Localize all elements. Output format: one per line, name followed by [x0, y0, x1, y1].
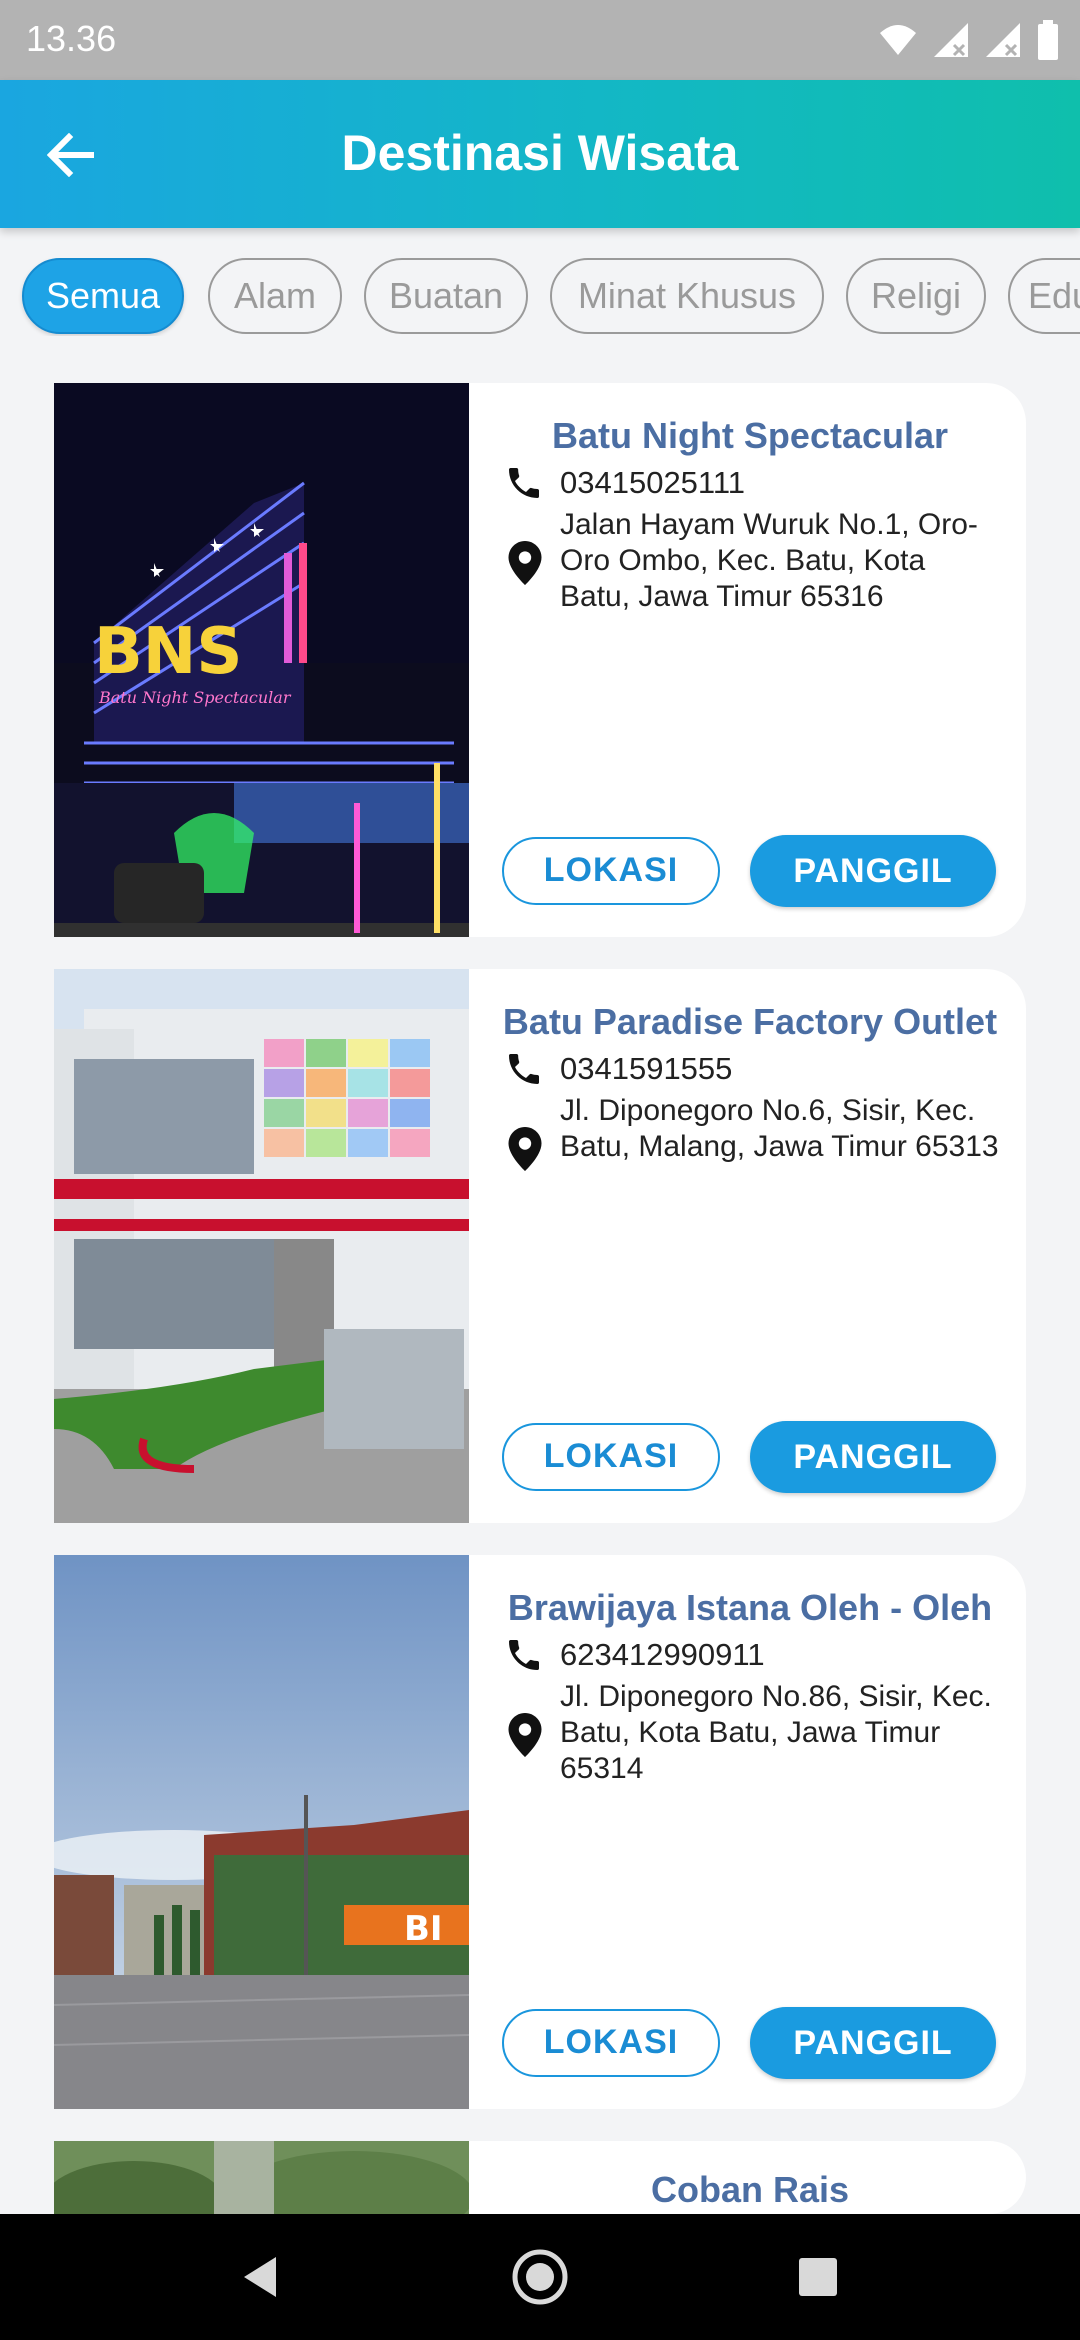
chip-semua[interactable]: Semua [22, 258, 184, 334]
destination-phone: 03415025111 [560, 465, 746, 500]
svg-text:BI: BI [404, 1909, 443, 1949]
category-filter-bar[interactable]: Semua Alam Buatan Minat Khusus Religi Ed… [0, 258, 1080, 336]
app-bar: Destinasi Wisata [0, 80, 1080, 228]
chip-religi[interactable]: Religi [846, 258, 986, 334]
call-button[interactable]: PANGGIL [750, 835, 996, 907]
destination-photo [54, 2141, 469, 2214]
destination-photo: BNS Batu Night Spectacular [54, 383, 469, 937]
destination-phone: 0341591555 [560, 1051, 733, 1086]
status-bar: 13.36 [0, 0, 1080, 80]
wifi-icon [880, 25, 916, 55]
chip-alam[interactable]: Alam [208, 258, 342, 334]
chip-edu[interactable]: Edu [1008, 258, 1080, 334]
status-icons [878, 18, 1060, 62]
signal-icon [986, 23, 1020, 57]
call-button[interactable]: PANGGIL [750, 2007, 996, 2079]
destination-name: Batu Paradise Factory Outlet [502, 1001, 998, 1042]
destination-card[interactable]: BI Brawijaya Istana Oleh - Oleh 62341299… [54, 1555, 1026, 2109]
location-pin-icon [508, 1713, 542, 1757]
location-button[interactable]: LOKASI [502, 837, 720, 905]
home-circle-icon [512, 2249, 568, 2305]
svg-text:BNS: BNS [94, 615, 242, 689]
nav-recents-button[interactable] [758, 2214, 878, 2340]
back-triangle-icon [244, 2257, 276, 2297]
destination-address: Jalan Hayam Wuruk No.1, Oro-Oro Ombo, Ke… [560, 508, 978, 613]
page-title: Destinasi Wisata [341, 125, 739, 181]
destination-address: Jl. Diponegoro No.6, Sisir, Kec. Batu, M… [560, 1094, 999, 1163]
location-button[interactable]: LOKASI [502, 2009, 720, 2077]
phone-icon [509, 1054, 539, 1084]
battery-icon [1038, 20, 1058, 60]
location-pin-icon [508, 541, 542, 585]
location-button[interactable]: LOKASI [502, 1423, 720, 1491]
status-time: 13.36 [26, 18, 117, 59]
nav-home-button[interactable] [480, 2214, 600, 2340]
recents-square-icon [799, 2258, 837, 2296]
destination-photo: BI [54, 1555, 469, 2109]
svg-text:Batu Night Spectacular: Batu Night Spectacular [98, 688, 292, 707]
call-button[interactable]: PANGGIL [750, 1421, 996, 1493]
destination-card[interactable]: Batu Paradise Factory Outlet 0341591555 … [54, 969, 1026, 1523]
destination-card[interactable]: Coban Rais [54, 2141, 1026, 2214]
phone-icon [509, 1640, 539, 1670]
destination-phone: 623412990911 [560, 1637, 765, 1672]
system-navigation-bar [0, 2214, 1080, 2340]
destination-name: Batu Night Spectacular [551, 415, 949, 456]
destination-card[interactable]: BNS Batu Night Spectacular Batu Night Sp… [54, 383, 1026, 937]
nav-back-button[interactable] [200, 2214, 320, 2340]
chip-buatan[interactable]: Buatan [364, 258, 528, 334]
destination-name: Coban Rais [650, 2169, 850, 2210]
phone-icon [509, 468, 539, 498]
signal-icon [934, 23, 968, 57]
destination-address: Jl. Diponegoro No.86, Sisir, Kec. Batu, … [560, 1680, 992, 1785]
chip-minat-khusus[interactable]: Minat Khusus [550, 258, 824, 334]
destination-photo [54, 969, 469, 1523]
destination-name: Brawijaya Istana Oleh - Oleh [507, 1587, 993, 1628]
location-pin-icon [508, 1127, 542, 1171]
